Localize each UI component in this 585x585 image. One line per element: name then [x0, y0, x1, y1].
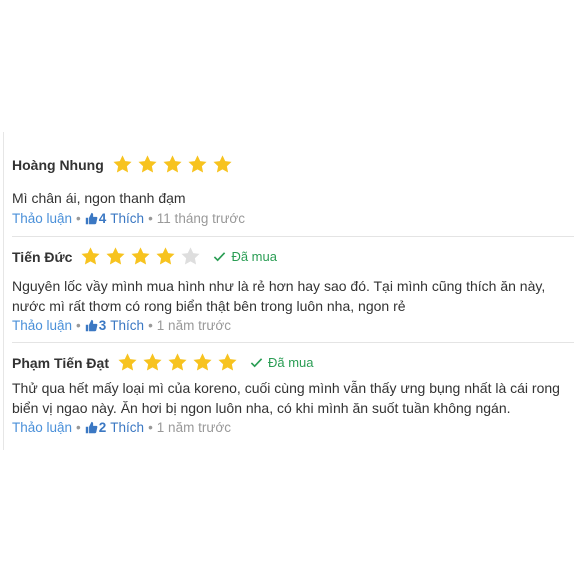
review-actions: Thảo luận • 4 Thích • 11 tháng trước	[12, 211, 245, 226]
star-filled-icon	[142, 352, 163, 373]
separator-dot: •	[148, 318, 153, 333]
like-label: Thích	[110, 211, 145, 226]
like-button[interactable]: 2 Thích	[85, 420, 144, 435]
star-filled-icon	[217, 352, 238, 373]
thumbs-up-icon	[85, 212, 98, 225]
review-actions: Thảo luận • 3 Thích • 1 năm trước	[12, 318, 231, 333]
review-actions: Thảo luận • 2 Thích • 1 năm trước	[12, 420, 231, 435]
review-text: Thử qua hết mấy loại mì của koreno, cuối…	[12, 380, 560, 416]
star-filled-icon	[167, 352, 188, 373]
separator-dot: •	[76, 211, 81, 226]
star-rating	[112, 154, 237, 175]
star-filled-icon	[192, 352, 213, 373]
review-header: Hoàng Nhung	[12, 154, 237, 175]
star-filled-icon	[212, 154, 233, 175]
star-filled-icon	[117, 352, 138, 373]
separator-dot: •	[76, 318, 81, 333]
discuss-link[interactable]: Thảo luận	[12, 318, 72, 333]
reviews-panel: Hoàng Nhung Mì chân ái, ngon thanh đạm T…	[3, 132, 574, 450]
verified-label: Đã mua	[231, 249, 277, 264]
like-count: 4	[98, 211, 107, 226]
star-filled-icon	[137, 154, 158, 175]
verified-purchase-badge: Đã mua	[250, 355, 314, 370]
star-filled-icon	[162, 154, 183, 175]
reviewer-name: Phạm Tiến Đạt	[12, 354, 109, 371]
like-count: 3	[98, 318, 107, 333]
checkmark-icon	[250, 356, 263, 369]
like-label: Thích	[110, 420, 145, 435]
like-label: Thích	[110, 318, 145, 333]
review-header: Phạm Tiến Đạt Đã mua	[12, 352, 314, 373]
separator-dot: •	[76, 420, 81, 435]
review-time: 1 năm trước	[156, 420, 231, 435]
review-time: 11 tháng trước	[156, 211, 245, 226]
review-header: Tiến Đức Đã mua	[12, 246, 277, 267]
like-button[interactable]: 4 Thích	[85, 211, 144, 226]
star-filled-icon	[187, 154, 208, 175]
star-rating	[117, 352, 242, 373]
star-filled-icon	[155, 246, 176, 267]
discuss-link[interactable]: Thảo luận	[12, 211, 72, 226]
review-item: Tiến Đức Đã mua Nguyên lốc vầy mình mua …	[12, 236, 574, 343]
star-filled-icon	[130, 246, 151, 267]
review-item: Hoàng Nhung Mì chân ái, ngon thanh đạm T…	[12, 144, 574, 237]
star-filled-icon	[105, 246, 126, 267]
verified-label: Đã mua	[268, 355, 314, 370]
star-filled-icon	[80, 246, 101, 267]
separator-dot: •	[148, 420, 153, 435]
thumbs-up-icon	[85, 421, 98, 434]
discuss-link[interactable]: Thảo luận	[12, 420, 72, 435]
checkmark-icon	[213, 250, 226, 263]
reviewer-name: Tiến Đức	[12, 248, 73, 265]
review-item: Phạm Tiến Đạt Đã mua Thử qua hết mấy loạ…	[12, 342, 574, 442]
like-count: 2	[98, 420, 107, 435]
star-rating	[80, 246, 205, 267]
review-text: Mì chân ái, ngon thanh đạm	[12, 190, 186, 206]
like-button[interactable]: 3 Thích	[85, 318, 144, 333]
thumbs-up-icon	[85, 319, 98, 332]
review-time: 1 năm trước	[156, 318, 231, 333]
verified-purchase-badge: Đã mua	[213, 249, 277, 264]
reviewer-name: Hoàng Nhung	[12, 156, 104, 173]
star-filled-icon	[112, 154, 133, 175]
star-empty-icon	[180, 246, 201, 267]
separator-dot: •	[148, 211, 153, 226]
review-text: Nguyên lốc vầy mình mua hình như là rẻ h…	[12, 278, 546, 314]
